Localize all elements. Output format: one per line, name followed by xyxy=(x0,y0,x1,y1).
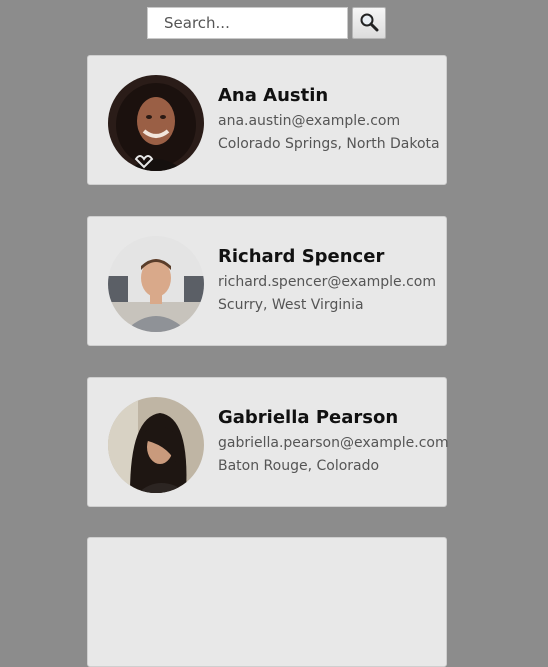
user-location: Colorado Springs, North Dakota xyxy=(218,136,440,152)
avatar xyxy=(108,236,204,332)
user-email: ana.austin@example.com xyxy=(218,113,401,129)
search-bar xyxy=(147,7,386,39)
user-card[interactable]: Gabriella Pearson gabriella.pearson@exam… xyxy=(87,377,449,507)
user-location: Scurry, West Virginia xyxy=(218,297,364,313)
user-card[interactable] xyxy=(87,537,447,667)
user-email: richard.spencer@example.com xyxy=(218,274,436,290)
magnifier-icon xyxy=(359,12,379,35)
search-input[interactable] xyxy=(147,7,348,39)
user-name: Richard Spencer xyxy=(218,246,385,267)
avatar xyxy=(108,75,204,171)
search-button[interactable] xyxy=(352,7,386,39)
avatar xyxy=(108,397,204,493)
user-card[interactable]: Ana Austin ana.austin@example.com Colora… xyxy=(87,55,447,185)
user-info: Gabriella Pearson gabriella.pearson@exam… xyxy=(218,407,449,475)
user-info: Richard Spencer richard.spencer@example.… xyxy=(218,246,436,314)
user-email: gabriella.pearson@example.com xyxy=(218,435,449,451)
user-card[interactable]: Richard Spencer richard.spencer@example.… xyxy=(87,216,447,346)
user-name: Ana Austin xyxy=(218,85,329,106)
user-location: Baton Rouge, Colorado xyxy=(218,458,380,474)
user-info: Ana Austin ana.austin@example.com Colora… xyxy=(218,85,440,153)
user-name: Gabriella Pearson xyxy=(218,407,399,428)
